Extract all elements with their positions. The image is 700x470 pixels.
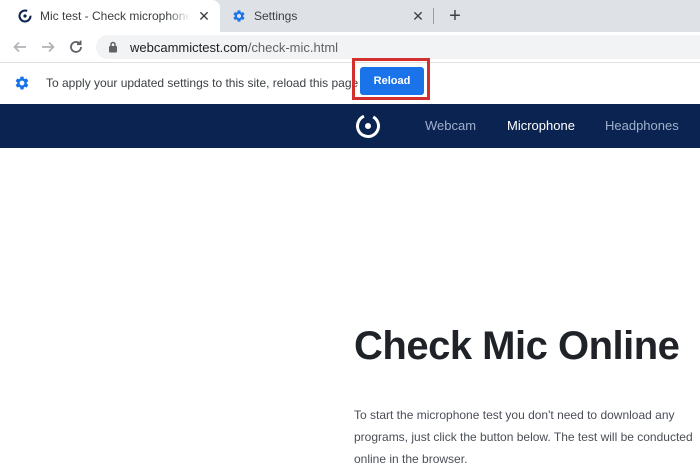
refresh-icon — [70, 40, 82, 53]
address-bar[interactable]: webcammictest.com/check-mic.html — [96, 35, 700, 59]
arrow-left-icon — [13, 41, 26, 53]
site-logo-icon — [18, 9, 32, 23]
close-tab-icon[interactable]: ✕ — [196, 8, 212, 24]
tab-strip: Mic test - Check microphone online ✕ Set… — [0, 0, 700, 32]
tab-mic-test[interactable]: Mic test - Check microphone online ✕ — [0, 0, 220, 32]
tab-title: Settings — [254, 9, 298, 23]
arrow-right-icon — [42, 41, 55, 53]
forward-button[interactable] — [38, 37, 58, 57]
intro-paragraph: To start the microphone test you don't n… — [354, 408, 693, 466]
tab-separator — [433, 8, 434, 24]
page-title: Check Mic Online — [354, 324, 680, 368]
new-tab-button[interactable]: + — [444, 5, 466, 27]
tab-settings[interactable]: Settings ✕ — [222, 0, 434, 32]
gear-icon — [15, 76, 29, 90]
lock-icon — [108, 40, 120, 54]
back-button[interactable] — [10, 37, 30, 57]
browser-toolbar: webcammictest.com/check-mic.html — [0, 32, 700, 62]
url-text: webcammictest.com/check-mic.html — [130, 40, 338, 55]
nav-link-headphones[interactable]: Headphones — [605, 118, 679, 133]
nav-link-microphone[interactable]: Microphone — [507, 118, 575, 133]
site-header: Webcam Microphone Headphones — [0, 104, 700, 148]
url-path: /check-mic.html — [247, 39, 339, 55]
reload-button[interactable]: Reload — [360, 67, 424, 95]
tab-title: Mic test - Check microphone online — [40, 9, 190, 23]
infobar-message: To apply your updated settings to this s… — [46, 76, 359, 90]
nav-link-webcam[interactable]: Webcam — [425, 118, 476, 133]
refresh-button[interactable] — [66, 37, 86, 57]
reload-infobar: To apply your updated settings to this s… — [0, 58, 700, 104]
site-logo-icon[interactable] — [355, 113, 381, 139]
close-tab-icon[interactable]: ✕ — [410, 8, 426, 24]
gear-icon — [233, 10, 245, 22]
url-host: webcammictest.com — [130, 39, 248, 55]
